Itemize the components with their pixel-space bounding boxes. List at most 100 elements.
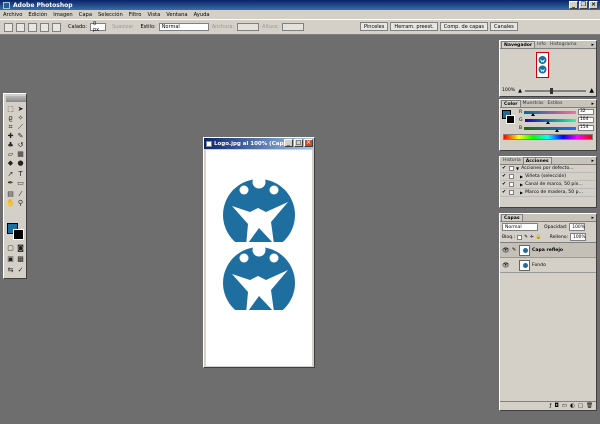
blend-mode-select[interactable]: Normal — [502, 223, 538, 231]
collapsed-triangle-icon[interactable]: ▶ — [520, 174, 523, 179]
imageready-icon[interactable]: ⇆ — [6, 266, 15, 275]
menu-ayuda[interactable]: Ayuda — [194, 12, 210, 18]
action-row[interactable]: ✔ ▶ Viñeta (selección) — [500, 173, 596, 181]
healing-brush-icon[interactable]: ✚ — [6, 132, 15, 141]
action-row[interactable]: ✔ ▼ Acciones por defecto... — [500, 165, 596, 173]
fullscreen-mode-icon[interactable]: ▩ — [16, 255, 25, 264]
zoom-in-icon[interactable]: ▲ — [589, 87, 594, 94]
red-value-input[interactable]: 32 — [578, 109, 594, 115]
zoom-slider[interactable] — [525, 87, 587, 94]
screen-mode-icon[interactable]: ▣ — [6, 255, 15, 264]
jump-icon[interactable]: ✓ — [16, 266, 25, 275]
expand-triangle-icon[interactable]: ▼ — [516, 166, 519, 171]
menu-vista[interactable]: Vista — [147, 12, 160, 18]
tab-info[interactable]: Info — [535, 41, 548, 48]
color-bg-swatch[interactable] — [506, 115, 515, 124]
new-selection-icon[interactable] — [16, 22, 25, 32]
dodge-tool-icon[interactable]: ● — [16, 159, 25, 168]
menu-filtro[interactable]: Filtro — [129, 12, 142, 18]
well-tab-layer-comps[interactable]: Comp. de capas — [439, 22, 489, 31]
menu-imagen[interactable]: Imagen — [53, 12, 73, 18]
lock-transparency-icon[interactable] — [517, 234, 523, 240]
slider-thumb-icon[interactable] — [530, 112, 535, 116]
well-tab-channels[interactable]: Canales — [490, 22, 518, 31]
subtract-selection-icon[interactable] — [40, 22, 49, 32]
visibility-eye-icon[interactable]: 👁 — [502, 247, 510, 254]
action-row[interactable]: ✔ ▶ Canal de marco, 50 píx... — [500, 181, 596, 189]
marquee-preset-icon[interactable] — [4, 22, 13, 32]
action-row[interactable]: ✔ ▶ Marco de madera, 50 p... — [500, 189, 596, 197]
lasso-tool-icon[interactable]: ϱ — [6, 114, 15, 123]
menu-edicion[interactable]: Edición — [28, 12, 47, 18]
collapsed-triangle-icon[interactable]: ▶ — [520, 182, 523, 187]
zoom-slider-thumb[interactable] — [549, 87, 553, 94]
move-tool-icon[interactable]: ➤ — [16, 105, 25, 114]
well-tab-brushes[interactable]: Pinceles — [360, 22, 389, 31]
tab-layers[interactable]: Capas — [501, 214, 523, 221]
pen-tool-icon[interactable]: ✒ — [6, 179, 15, 188]
background-color-swatch[interactable] — [13, 229, 24, 240]
brush-link-icon[interactable]: ✎ — [512, 247, 517, 253]
path-selection-icon[interactable]: ➚ — [6, 170, 15, 179]
zoom-tool-icon[interactable]: ⚲ — [16, 199, 25, 208]
layer-style-icon[interactable]: ƒ — [550, 403, 552, 409]
layer-row-fondo[interactable]: 👁 Fondo — [500, 258, 596, 273]
doc-maximize-icon[interactable]: □ — [294, 139, 303, 147]
close-icon[interactable]: × — [589, 1, 598, 9]
layer-set-icon[interactable]: ▭ — [562, 403, 567, 409]
menu-seleccion[interactable]: Selección — [98, 12, 123, 18]
tab-histogram[interactable]: Histograma — [548, 41, 579, 48]
slice-tool-icon[interactable]: ⟋ — [16, 123, 25, 132]
adjustment-layer-icon[interactable]: ◐ — [570, 403, 575, 409]
opacity-input[interactable]: 100% — [569, 223, 586, 231]
delete-layer-icon[interactable]: 🗑 — [586, 403, 593, 409]
action-check-icon[interactable]: ✔ — [502, 166, 507, 171]
layer-name[interactable]: Capa reflejo — [532, 248, 563, 253]
color-spectrum-bar[interactable] — [503, 134, 593, 140]
lock-paint-icon[interactable]: ✎ — [524, 235, 528, 240]
marquee-tool-icon[interactable]: ⬚ — [6, 105, 15, 114]
action-check-icon[interactable]: ✔ — [502, 190, 507, 195]
navigator-thumbnail[interactable] — [536, 52, 549, 78]
crop-tool-icon[interactable]: ⌗ — [6, 123, 15, 132]
gradient-tool-icon[interactable]: ▦ — [16, 150, 25, 159]
doc-minimize-icon[interactable]: _ — [284, 139, 293, 147]
action-dialog-toggle-icon[interactable] — [509, 174, 514, 179]
hand-tool-icon[interactable]: ✋ — [6, 199, 15, 208]
action-check-icon[interactable]: ✔ — [502, 182, 507, 187]
actions-panel-menu-icon[interactable]: ▸ — [591, 158, 594, 164]
green-value-input[interactable]: 104 — [578, 117, 594, 123]
notes-tool-icon[interactable]: ▤ — [6, 190, 15, 199]
history-brush-icon[interactable]: ↺ — [16, 141, 25, 150]
restore-icon[interactable]: ❐ — [579, 1, 588, 9]
well-tab-tool-presets[interactable]: Herram. preest. — [390, 22, 438, 31]
tab-styles[interactable]: Estilos — [546, 100, 565, 107]
slider-thumb-icon[interactable] — [545, 120, 550, 124]
intersect-selection-icon[interactable] — [52, 22, 61, 32]
lock-all-icon[interactable]: 🔒 — [536, 235, 542, 240]
tab-color[interactable]: Color — [501, 100, 521, 107]
document-canvas[interactable] — [206, 150, 312, 366]
clone-stamp-icon[interactable]: ♣ — [6, 141, 15, 150]
blue-value-input[interactable]: 154 — [578, 125, 594, 131]
red-slider[interactable] — [524, 110, 576, 116]
tab-history[interactable]: Historia — [501, 157, 523, 164]
width-input[interactable] — [237, 23, 260, 31]
layers-panel-menu-icon[interactable]: ▸ — [591, 215, 594, 221]
blur-tool-icon[interactable]: ◆ — [6, 159, 15, 168]
style-select[interactable]: Normal — [158, 23, 209, 31]
action-check-icon[interactable]: ✔ — [502, 174, 507, 179]
minimize-icon[interactable]: _ — [569, 1, 578, 9]
add-selection-icon[interactable] — [28, 22, 37, 32]
action-dialog-toggle-icon[interactable] — [509, 182, 514, 187]
antialias-checkbox[interactable]: Suavizar — [112, 24, 134, 30]
slider-thumb-icon[interactable] — [555, 128, 560, 132]
doc-close-icon[interactable]: × — [304, 139, 313, 147]
menu-ventana[interactable]: Ventana — [166, 12, 187, 18]
color-panel-menu-icon[interactable]: ▸ — [591, 101, 594, 107]
tab-swatches[interactable]: Muestras — [521, 100, 546, 107]
standard-mode-icon[interactable]: ▢ — [6, 244, 15, 253]
panel-menu-icon[interactable]: ▸ — [591, 42, 594, 48]
layer-mask-icon[interactable]: ◘ — [554, 403, 558, 409]
lock-move-icon[interactable]: ✛ — [530, 235, 534, 240]
